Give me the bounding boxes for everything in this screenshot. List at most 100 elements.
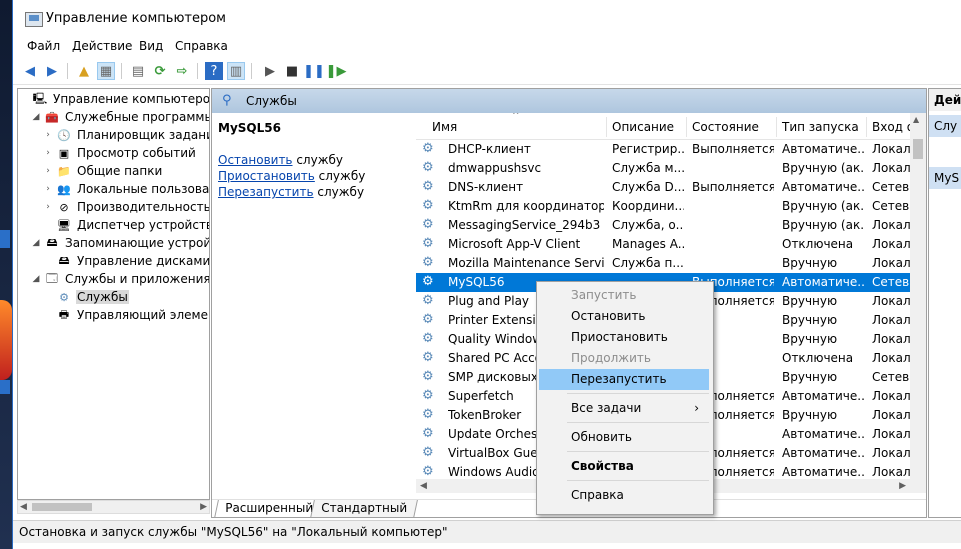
context-menu-item[interactable]: Продолжить bbox=[539, 348, 709, 369]
service-cell-startup: Вручную bbox=[782, 294, 838, 308]
service-row[interactable]: ⚙ dmwappushsvc Служба м... Вручную (ак... Ло… bbox=[416, 159, 910, 178]
scroll-thumb[interactable] bbox=[32, 503, 92, 511]
actions-services-row[interactable]: Слу bbox=[929, 115, 961, 137]
service-row[interactable]: ⚙ Microsoft App-V Client Manages A... Отклю… bbox=[416, 235, 910, 254]
actions-mysql-row[interactable]: MyS bbox=[929, 167, 961, 189]
scroll-up-icon[interactable]: ▲ bbox=[913, 115, 919, 124]
play-icon[interactable]: ▶ bbox=[261, 62, 279, 80]
service-cell-logon: Локаль bbox=[872, 389, 910, 403]
tab-extended[interactable]: Расширенный bbox=[214, 500, 324, 517]
collapsed-arrow-icon[interactable]: › bbox=[42, 166, 54, 176]
service-row[interactable]: ⚙ DHCP-клиент Регистрир... Выполняется Автом… bbox=[416, 140, 910, 159]
up-folder-icon[interactable]: ▲ bbox=[75, 62, 93, 80]
context-menu-item[interactable]: Свойства bbox=[539, 456, 709, 477]
service-cell-startup: Отключена bbox=[782, 237, 854, 251]
title-bar[interactable]: Управление компьютером bbox=[13, 0, 961, 36]
expanded-arrow-icon[interactable]: ◢ bbox=[30, 112, 42, 122]
service-cell-name: MessagingService_294b3 bbox=[448, 218, 601, 232]
tree-item-services-and-apps[interactable]: ◢ 🗔 Службы и приложения bbox=[30, 270, 209, 288]
scroll-right-icon[interactable]: ▶ bbox=[899, 479, 906, 493]
tree-item-storage[interactable]: ◢ 🖴 Запоминающие устройст bbox=[30, 234, 209, 252]
list-vertical-scrollbar[interactable]: ▲ bbox=[910, 113, 926, 493]
service-gear-icon: ⚙ bbox=[422, 426, 434, 441]
service-row[interactable]: ⚙ KtmRm для координатора ... Координи... Вр… bbox=[416, 197, 910, 216]
column-header-state[interactable]: Состояние bbox=[692, 120, 759, 134]
restart-service-link[interactable]: Перезапустить bbox=[218, 185, 314, 199]
tab-standard[interactable]: Стандартный bbox=[310, 500, 418, 517]
service-cell-desc: Координи... bbox=[612, 199, 684, 213]
tree-item-performance[interactable]: › ⊘ Производительность bbox=[42, 198, 209, 216]
computer-management-icon: 🖳 bbox=[32, 91, 48, 105]
service-row[interactable]: ⚙ MessagingService_294b3 Служба, о... Вручн… bbox=[416, 216, 910, 235]
tree-item-services[interactable]: ⚙ Службы bbox=[42, 288, 129, 306]
context-menu-item[interactable]: Приостановить bbox=[539, 327, 709, 348]
storage-icon: 🖴 bbox=[46, 235, 58, 249]
scroll-thumb[interactable] bbox=[913, 139, 923, 159]
service-cell-logon: Локаль bbox=[872, 142, 910, 156]
tree-item-disk-management[interactable]: 🖴 Управление дисками bbox=[42, 252, 209, 270]
tree-item-task-scheduler[interactable]: › 🕓 Планировщик заданий bbox=[42, 126, 209, 144]
event-viewer-icon: ▣ bbox=[58, 146, 70, 160]
context-menu-item[interactable]: Справка bbox=[539, 485, 709, 506]
scroll-left-icon[interactable]: ◀ bbox=[20, 501, 27, 513]
menu-file[interactable]: Файл bbox=[27, 39, 60, 53]
expanded-arrow-icon[interactable]: ◢ bbox=[30, 274, 42, 284]
context-menu-item[interactable]: Остановить bbox=[539, 306, 709, 327]
pause-icon[interactable]: ❚❚ bbox=[303, 62, 325, 80]
service-cell-startup: Вручную bbox=[782, 313, 838, 327]
column-header-startup-type[interactable]: Тип запуска bbox=[782, 120, 859, 134]
service-cell-logon: Локаль bbox=[872, 256, 910, 270]
tree-item-shared-folders[interactable]: › 📁 Общие папки bbox=[42, 162, 163, 180]
refresh-icon[interactable]: ⟳ bbox=[151, 62, 169, 80]
forward-arrow-icon[interactable]: ▶ bbox=[43, 62, 61, 80]
disk-icon: 🖴 bbox=[58, 253, 70, 267]
tree-item-event-viewer[interactable]: › ▣ Просмотр событий bbox=[42, 144, 197, 162]
collapsed-arrow-icon[interactable]: › bbox=[42, 148, 54, 158]
column-header-description[interactable]: Описание bbox=[612, 120, 674, 134]
service-cell-startup: Вручную bbox=[782, 256, 838, 270]
menu-separator bbox=[567, 451, 709, 452]
menu-view[interactable]: Вид bbox=[139, 39, 163, 53]
service-row[interactable]: ⚙ Mozilla Maintenance Service Служба п... В… bbox=[416, 254, 910, 273]
tree-horizontal-scrollbar[interactable]: ◀ ▶ bbox=[17, 500, 210, 514]
scroll-right-icon[interactable]: ▶ bbox=[200, 501, 207, 513]
service-cell-desc: Служба м... bbox=[612, 161, 684, 175]
tree-item-system-tools[interactable]: ◢ 🧰 Служебные программы bbox=[30, 108, 209, 126]
context-menu-item[interactable]: Обновить bbox=[539, 427, 709, 448]
service-gear-icon: ⚙ bbox=[422, 369, 434, 384]
context-menu-item[interactable]: Запустить bbox=[539, 285, 709, 306]
show-tree-icon[interactable]: ▦ bbox=[97, 62, 115, 80]
restart-icon[interactable]: ❚▶ bbox=[326, 62, 347, 80]
tree-item-device-manager[interactable]: 🖥 Диспетчер устройств bbox=[42, 216, 209, 234]
menu-help[interactable]: Справка bbox=[175, 39, 228, 53]
properties-icon[interactable]: ▤ bbox=[129, 62, 147, 80]
menu-action[interactable]: Действие bbox=[72, 39, 132, 53]
tree-item-wmi-control[interactable]: 🖶 Управляющий элемен bbox=[42, 306, 209, 324]
expanded-arrow-icon[interactable]: ◢ bbox=[30, 238, 42, 248]
context-menu-item[interactable]: Все задачи › bbox=[539, 398, 709, 419]
stop-icon[interactable]: ■ bbox=[283, 62, 301, 80]
collapsed-arrow-icon[interactable]: › bbox=[42, 184, 54, 194]
service-cell-startup: Вручную (ак... bbox=[782, 199, 864, 213]
column-header-logon[interactable]: Вход о bbox=[872, 120, 910, 134]
help-icon[interactable]: ? bbox=[205, 62, 223, 80]
column-header-name[interactable]: Имя bbox=[432, 120, 457, 134]
service-cell-logon: Локаль bbox=[872, 218, 910, 232]
context-menu-item[interactable]: Перезапустить bbox=[539, 369, 709, 390]
stop-service-link[interactable]: Остановить bbox=[218, 153, 293, 167]
export-icon[interactable]: ⇨ bbox=[173, 62, 191, 80]
pause-service-link[interactable]: Приостановить bbox=[218, 169, 315, 183]
detail-action-pause: Приостановить службу bbox=[218, 169, 366, 183]
collapsed-arrow-icon[interactable]: › bbox=[42, 130, 54, 140]
service-gear-icon: ⚙ bbox=[422, 388, 434, 403]
service-cell-startup: Вручную bbox=[782, 408, 838, 422]
tree-item-local-users[interactable]: › 👥 Локальные пользовате bbox=[42, 180, 209, 198]
service-row[interactable]: ⚙ DNS-клиент Служба D... Выполняется Автомат… bbox=[416, 178, 910, 197]
back-arrow-icon[interactable]: ◀ bbox=[21, 62, 39, 80]
scroll-left-icon[interactable]: ◀ bbox=[420, 479, 427, 493]
view-icon[interactable]: ▥ bbox=[227, 62, 245, 80]
tree-item-computer-management[interactable]: 🖳Управление компьютером (л bbox=[18, 90, 209, 108]
service-gear-icon: ⚙ bbox=[422, 274, 434, 289]
service-cell-startup: Вручную bbox=[782, 332, 838, 346]
collapsed-arrow-icon[interactable]: › bbox=[42, 202, 54, 212]
